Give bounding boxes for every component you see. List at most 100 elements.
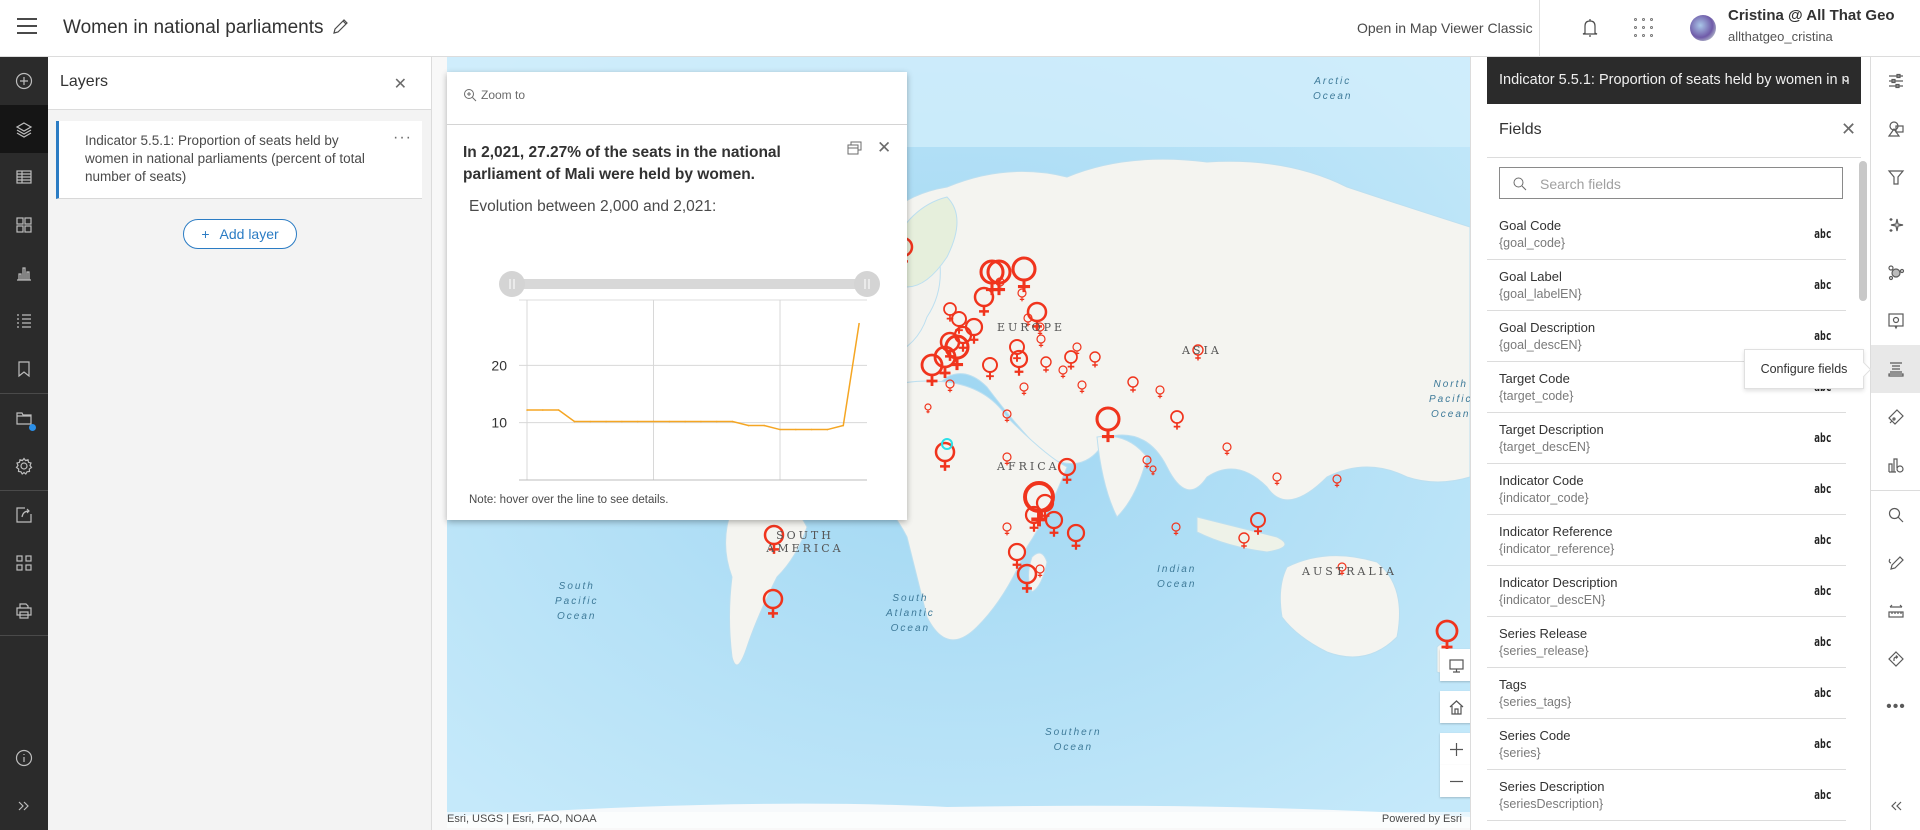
more-options-icon[interactable]: ···	[393, 129, 412, 147]
data-point	[747, 424, 750, 427]
search-button[interactable]	[1871, 491, 1920, 539]
legend-button[interactable]	[0, 297, 48, 345]
collapse-toolbar-button[interactable]	[1871, 782, 1920, 830]
field-row[interactable]: Series Description {seriesDescription} abc	[1487, 770, 1846, 821]
scrollbar[interactable]	[1859, 161, 1867, 301]
field-row[interactable]: Series Code {series} abc	[1487, 719, 1846, 770]
edit-pencil-icon[interactable]	[330, 17, 350, 37]
popups-button[interactable]	[1871, 297, 1920, 345]
search-fields-input[interactable]: Search fields	[1499, 167, 1843, 199]
data-point	[668, 420, 671, 423]
menu-icon[interactable]	[17, 18, 37, 34]
filter-icon	[1887, 170, 1905, 185]
data-point	[842, 424, 845, 427]
divider	[1539, 0, 1540, 57]
minus-icon	[1449, 780, 1463, 782]
measure-button[interactable]	[1871, 587, 1920, 635]
sketch-button[interactable]	[1871, 539, 1920, 587]
range-slider-track[interactable]	[509, 279, 867, 289]
zoom-in-button[interactable]	[1440, 733, 1470, 765]
data-point	[526, 409, 528, 411]
field-key: {seriesDescription}	[1499, 797, 1604, 811]
field-key: {series_release}	[1499, 644, 1589, 658]
layer-selector-label: Indicator 5.5.1: Proportion of seats hel…	[1499, 72, 1850, 88]
field-row[interactable]: Series Release {series_release} abc	[1487, 617, 1846, 668]
basemap-button[interactable]	[0, 201, 48, 249]
open-classic-link[interactable]: Open in Map Viewer Classic	[1357, 20, 1533, 36]
close-icon[interactable]: ✕	[1841, 119, 1856, 140]
powered-by-esri[interactable]: Powered by Esri	[1382, 813, 1462, 825]
about-button[interactable]	[0, 734, 48, 782]
dock-icon[interactable]	[847, 140, 863, 156]
app-launcher-icon[interactable]	[1634, 18, 1654, 38]
data-point	[636, 420, 639, 423]
properties-button[interactable]	[1871, 57, 1920, 105]
fullscreen-button[interactable]	[1440, 649, 1470, 681]
ocean-label-arctic: Arctic Ocean	[1313, 76, 1353, 102]
zoom-out-button[interactable]	[1440, 765, 1470, 797]
field-row[interactable]: Goal Label {goal_labelEN} abc	[1487, 260, 1846, 311]
add-layer-button[interactable]: + Add layer	[183, 219, 297, 249]
zoom-to-button[interactable]: Zoom to	[463, 88, 525, 102]
create-app-button[interactable]	[0, 539, 48, 587]
field-row[interactable]: Tags {series_tags} abc	[1487, 668, 1846, 719]
ruler-icon	[1888, 604, 1904, 618]
apps-grid-icon	[16, 555, 32, 571]
field-name: Goal Label	[1499, 269, 1562, 284]
chevrons-right-icon	[18, 801, 29, 811]
field-row[interactable]: Indicator Reference {indicator_reference}…	[1487, 515, 1846, 566]
effects-button[interactable]	[1871, 201, 1920, 249]
attribution-text[interactable]: Esri, USGS | Esri, FAO, NOAA	[447, 813, 597, 825]
close-popup-icon[interactable]: ✕	[877, 138, 891, 158]
configure-charts-button[interactable]	[1871, 441, 1920, 489]
save-button[interactable]	[0, 394, 48, 442]
add-button[interactable]	[0, 57, 48, 105]
user-avatar[interactable]	[1690, 15, 1716, 41]
data-point	[700, 420, 702, 423]
tables-button[interactable]	[0, 153, 48, 201]
continent-label-south-america: SOUTH AMERICA	[766, 529, 844, 555]
field-row[interactable]: Target Description {target_descEN} abc	[1487, 413, 1846, 464]
settings-button[interactable]	[0, 442, 48, 490]
bookmarks-button[interactable]	[0, 345, 48, 393]
data-point	[652, 420, 655, 423]
tag-icon	[1888, 409, 1904, 425]
field-key: {series_tags}	[1499, 695, 1572, 709]
user-id[interactable]: allthatgeo_cristina	[1728, 29, 1833, 44]
user-name[interactable]: Cristina @ All That Geo	[1728, 7, 1895, 24]
data-point	[621, 420, 623, 423]
ocean-label-south-pacific: South Pacific Ocean	[555, 581, 599, 622]
home-button[interactable]	[1440, 691, 1470, 723]
unsaved-indicator	[29, 424, 36, 431]
layer-selector-dropdown[interactable]: Indicator 5.5.1: Proportion of seats hel…	[1487, 57, 1861, 104]
field-name: Target Description	[1499, 422, 1604, 437]
layer-item[interactable]: Indicator 5.5.1: Proportion of seats hel…	[56, 121, 422, 199]
configure-fields-tooltip: Configure fields	[1744, 349, 1864, 389]
labels-button[interactable]	[1871, 393, 1920, 441]
filter-button[interactable]	[1871, 153, 1920, 201]
range-slider-end-handle[interactable]	[854, 271, 880, 297]
field-key: {indicator_descEN}	[1499, 593, 1606, 607]
configure-fields-button[interactable]	[1871, 345, 1920, 393]
field-row[interactable]: Indicator Description {indicator_descEN} a…	[1487, 566, 1846, 617]
clustering-button[interactable]	[1871, 249, 1920, 297]
more-tools-button[interactable]: •••	[1871, 683, 1920, 731]
notifications-bell-icon[interactable]	[1578, 16, 1602, 40]
ocean-label-north-pacific: North Pacific Ocean	[1429, 379, 1470, 420]
styles-button[interactable]	[1871, 105, 1920, 153]
share-button[interactable]	[0, 491, 48, 539]
layers-button[interactable]	[0, 105, 48, 153]
field-name: Tags	[1499, 677, 1527, 692]
line-chart[interactable]: 10 20	[447, 242, 907, 492]
close-icon[interactable]: ✕	[394, 74, 407, 94]
field-row[interactable]: Indicator Code {indicator_code} abc	[1487, 464, 1846, 515]
directions-button[interactable]	[1871, 635, 1920, 683]
charts-button[interactable]	[0, 249, 48, 297]
range-slider-start-handle[interactable]	[499, 271, 525, 297]
expand-toolbar-button[interactable]	[0, 782, 48, 830]
bookmark-icon	[18, 361, 30, 378]
sliders-icon	[1889, 73, 1903, 89]
field-key: {target_code}	[1499, 389, 1574, 403]
print-button[interactable]	[0, 587, 48, 635]
field-row[interactable]: Goal Code {goal_code} abc	[1487, 209, 1846, 260]
